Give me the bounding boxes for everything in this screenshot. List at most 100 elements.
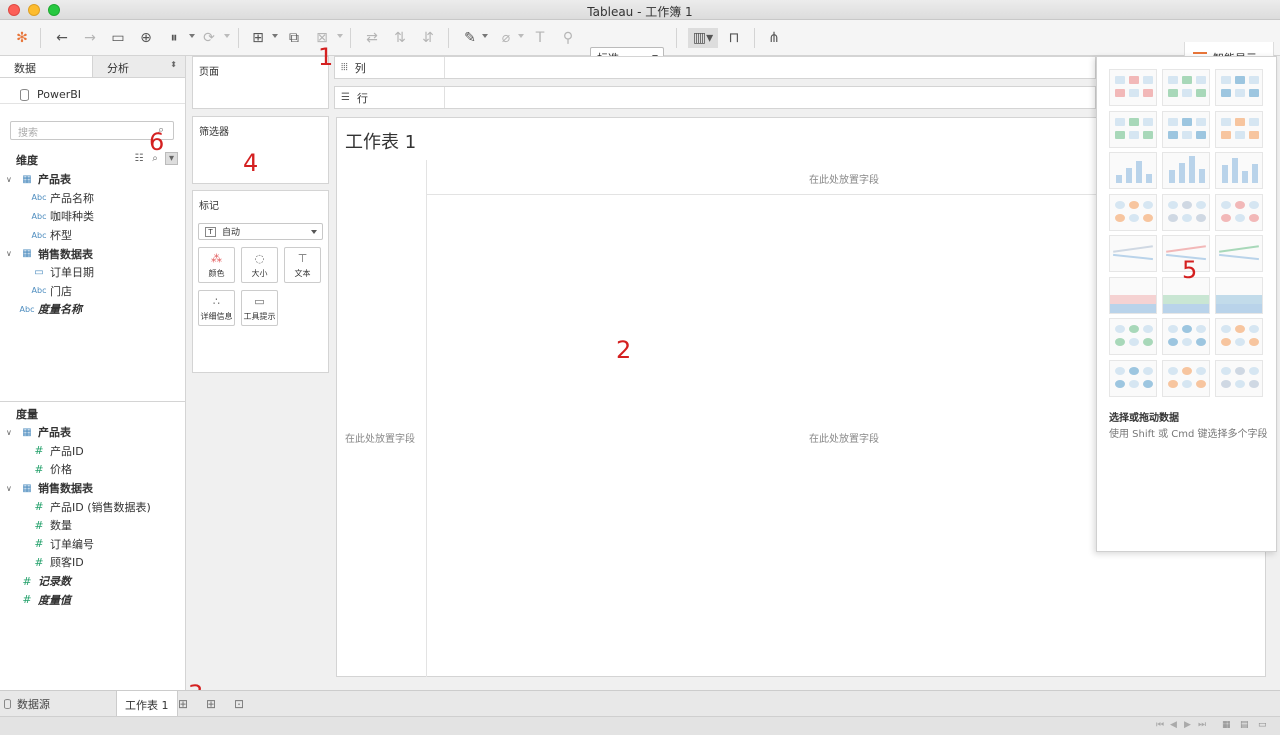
detail-button[interactable]: ∴ 详细信息 xyxy=(198,290,235,326)
columns-shelf[interactable]: ⦙⦙⦙ 列 xyxy=(334,56,1096,79)
share-icon[interactable]: ⋔ xyxy=(764,28,784,48)
new-worksheet-icon[interactable]: ⊞ xyxy=(248,28,268,48)
datasource-item[interactable]: PowerBI xyxy=(0,78,185,104)
field-item[interactable]: Abc 产品名称 xyxy=(0,189,186,208)
sheet-title[interactable]: 工作表 1 xyxy=(345,128,416,154)
drop-field-center[interactable]: 在此处放置字段 xyxy=(809,430,879,445)
last-sheet-icon[interactable]: ⏭ xyxy=(1198,720,1206,730)
table-icon: ▦ xyxy=(22,248,32,260)
highlight-icon[interactable]: ✎ xyxy=(460,28,480,48)
scatter-plot-chart-type-icon[interactable] xyxy=(1109,318,1157,355)
bullet-graph-chart-type-icon[interactable] xyxy=(1162,359,1210,397)
field-item[interactable]: Abc 门店 xyxy=(0,282,186,301)
duplicate-sheet-icon[interactable]: ⧉ xyxy=(284,28,304,48)
drop-field-left[interactable]: 在此处放置字段 xyxy=(345,430,415,445)
fix-axes-icon[interactable]: ⚲ xyxy=(558,28,578,48)
field-item[interactable]: # 度量值 xyxy=(0,590,186,609)
field-item[interactable]: Abc 杯型 xyxy=(0,226,186,245)
dimensions-menu-icon[interactable]: ▾ xyxy=(165,152,178,165)
swap-rows-columns-icon[interactable]: ⇄ xyxy=(362,28,382,48)
mark-type-select[interactable]: T 自动 xyxy=(198,223,323,240)
highlight-table-chart-type-icon[interactable] xyxy=(1215,69,1263,106)
annotation-1: 1 xyxy=(318,43,334,71)
new-worksheet-icon[interactable]: ⊞ xyxy=(178,697,188,711)
side-by-side-bars-chart-type-icon[interactable] xyxy=(1215,152,1263,189)
tab-analysis[interactable]: 分析 ⬍ xyxy=(93,56,185,77)
show-sheet-sorter-icon[interactable]: ▦ xyxy=(1222,720,1231,730)
field-item[interactable]: # 订单编号 xyxy=(0,535,186,554)
show-cards-icon[interactable]: ▥▾ xyxy=(688,28,718,48)
size-button[interactable]: ◌ 大小 xyxy=(241,247,278,283)
datasource-tab[interactable]: 数据源 xyxy=(4,696,50,712)
next-sheet-icon[interactable]: ▶ xyxy=(1184,720,1191,730)
window-title: Tableau - 工作簿 1 xyxy=(587,5,693,19)
box-whisker-chart-type-icon[interactable] xyxy=(1215,318,1263,355)
packed-bubbles-chart-type-icon[interactable] xyxy=(1215,359,1263,397)
area-continuous-chart-type-icon[interactable] xyxy=(1109,276,1157,314)
pie-chart-chart-type-icon[interactable] xyxy=(1215,110,1263,148)
color-icon: ⁂ xyxy=(211,252,222,265)
gantt-chart-chart-type-icon[interactable] xyxy=(1109,359,1157,397)
drop-field-top[interactable]: 在此处放置字段 xyxy=(809,171,879,186)
field-folder[interactable]: ∨ ▦ 产品表 xyxy=(0,170,186,189)
field-folder[interactable]: ∨ ▦ 产品表 xyxy=(0,423,186,442)
new-story-icon[interactable]: ⊡ xyxy=(234,697,244,711)
new-dashboard-icon[interactable]: ⊞ xyxy=(206,697,216,711)
save-icon[interactable]: ▭ xyxy=(108,28,128,48)
filters-card[interactable]: 筛选器 xyxy=(192,116,329,184)
circle-views-chart-type-icon[interactable] xyxy=(1162,193,1210,231)
number-field-icon: # xyxy=(34,462,44,476)
field-folder[interactable]: ∨ ▦ 销售数据表 xyxy=(0,479,186,498)
text-mark-icon: T xyxy=(205,226,216,237)
show-me-title: 选择或拖动数据 xyxy=(1109,413,1179,424)
treemap-chart-type-icon[interactable] xyxy=(1109,193,1157,231)
string-field-icon: Abc xyxy=(31,230,47,240)
tab-data[interactable]: 数据 xyxy=(0,56,93,77)
string-field-icon: Abc xyxy=(31,193,47,203)
group-members-icon[interactable]: ⌀ xyxy=(496,28,516,48)
dual-combination-chart-type-icon[interactable] xyxy=(1215,276,1263,314)
text-table-chart-type-icon[interactable] xyxy=(1109,69,1157,106)
pause-updates-icon[interactable]: ⏸ xyxy=(164,28,184,48)
show-filmstrip-icon[interactable]: ▤ xyxy=(1240,720,1249,730)
field-item[interactable]: # 顾客ID xyxy=(0,553,186,572)
field-item[interactable]: Abc 咖啡种类 xyxy=(0,207,186,226)
pages-card[interactable]: 页面 xyxy=(192,56,329,109)
field-folder[interactable]: ∨ ▦ 销售数据表 xyxy=(0,244,186,263)
continuous-lines-chart-type-icon[interactable] xyxy=(1109,235,1157,272)
refresh-icon[interactable]: ⟳ xyxy=(199,28,219,48)
show-me-description: 使用 Shift 或 Cmd 键选择多个字段 xyxy=(1109,429,1268,440)
side-by-side-circles-chart-type-icon[interactable] xyxy=(1215,193,1263,231)
first-sheet-icon[interactable]: ⏮ xyxy=(1156,720,1164,730)
new-datasource-icon[interactable]: ⊕ xyxy=(136,28,156,48)
sort-descending-icon[interactable]: ⇵ xyxy=(418,28,438,48)
tooltip-button[interactable]: ▭ 工具提示 xyxy=(241,290,278,326)
label-button[interactable]: ⊤ 文本 xyxy=(284,247,321,283)
field-item[interactable]: ▭ 订单日期 xyxy=(0,263,186,282)
heat-map-chart-type-icon[interactable] xyxy=(1162,69,1210,106)
tableau-logo-icon[interactable]: ✻ xyxy=(12,28,32,48)
histogram-chart-type-icon[interactable] xyxy=(1162,318,1210,355)
field-item[interactable]: # 数量 xyxy=(0,516,186,535)
rows-shelf[interactable]: ☰ 行 xyxy=(334,86,1096,109)
field-item[interactable]: # 产品ID xyxy=(0,442,186,461)
field-item[interactable]: Abc 度量名称 xyxy=(0,300,186,319)
sort-ascending-icon[interactable]: ⇅ xyxy=(390,28,410,48)
field-item[interactable]: # 记录数 xyxy=(0,572,186,591)
prev-sheet-icon[interactable]: ◀ xyxy=(1170,720,1177,730)
field-item[interactable]: # 产品ID (销售数据表) xyxy=(0,497,186,516)
field-item[interactable]: # 价格 xyxy=(0,460,186,479)
undo-icon[interactable]: ← xyxy=(52,28,72,48)
color-button[interactable]: ⁂ 颜色 xyxy=(198,247,235,283)
stacked-bars-chart-type-icon[interactable] xyxy=(1162,152,1210,189)
sheet-tab[interactable]: 工作表 1 xyxy=(116,691,178,717)
filled-map-chart-type-icon[interactable] xyxy=(1162,110,1210,148)
show-tabs-icon[interactable]: ▭ xyxy=(1258,720,1267,730)
symbol-map-chart-type-icon[interactable] xyxy=(1109,110,1157,148)
horizontal-bars-chart-type-icon[interactable] xyxy=(1109,152,1157,189)
show-mark-labels-icon[interactable]: T xyxy=(530,28,550,48)
dual-lines-chart-type-icon[interactable] xyxy=(1215,235,1263,272)
view-as-list-icon[interactable]: ☷ xyxy=(133,153,145,165)
presentation-mode-icon[interactable]: ⊓ xyxy=(724,28,744,48)
redo-icon[interactable]: → xyxy=(80,28,100,48)
